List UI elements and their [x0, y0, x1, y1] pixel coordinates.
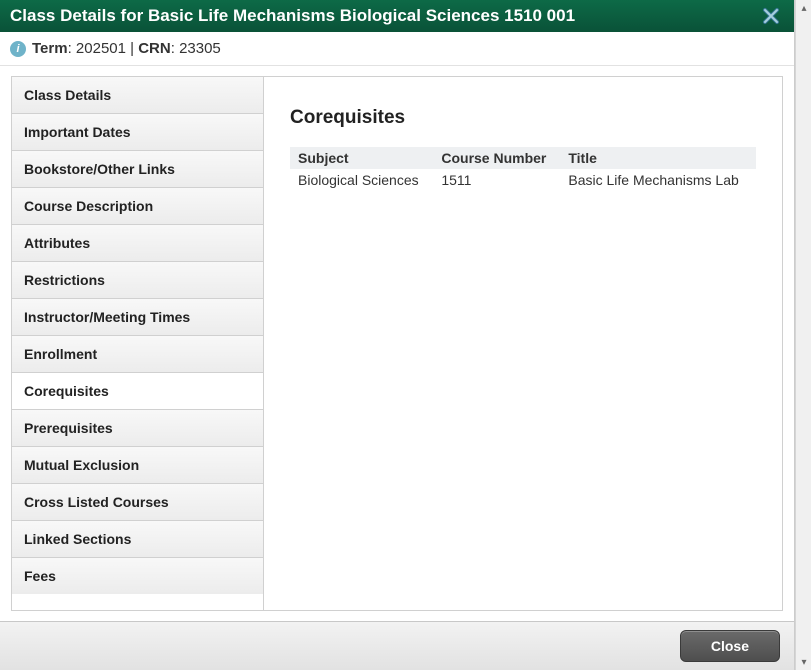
tab-label: Important Dates [24, 124, 131, 140]
crn-label: CRN [138, 40, 171, 57]
table-row: Biological Sciences 1511 Basic Life Mech… [290, 169, 756, 191]
tab-class-details[interactable]: Class Details [12, 77, 263, 114]
scroll-down-icon[interactable]: ▾ [796, 654, 811, 670]
tab-label: Instructor/Meeting Times [24, 309, 190, 325]
tab-instructor-meeting-times[interactable]: Instructor/Meeting Times [12, 299, 263, 336]
tab-label: Linked Sections [24, 531, 131, 547]
tab-fees[interactable]: Fees [12, 558, 263, 594]
cell-course-number: 1511 [433, 169, 560, 191]
tab-label: Corequisites [24, 383, 109, 399]
tab-label: Mutual Exclusion [24, 457, 139, 473]
scrollbar-track[interactable]: ▴ ▾ [795, 0, 811, 670]
tab-mutual-exclusion[interactable]: Mutual Exclusion [12, 447, 263, 484]
tab-label: Fees [24, 568, 56, 584]
class-details-dialog: Class Details for Basic Life Mechanisms … [0, 0, 795, 670]
table-header-row: Subject Course Number Title [290, 147, 756, 169]
close-button[interactable]: Close [680, 630, 780, 662]
term-block: Term: 202501 | CRN: 23305 [32, 40, 221, 57]
content-heading: Corequisites [290, 107, 756, 129]
term-value: 202501 [76, 40, 126, 57]
cell-subject: Biological Sciences [290, 169, 433, 191]
dialog-footer: Close [0, 621, 794, 670]
tab-bookstore-links[interactable]: Bookstore/Other Links [12, 151, 263, 188]
tab-corequisites[interactable]: Corequisites [12, 373, 263, 410]
tab-label: Cross Listed Courses [24, 494, 169, 510]
tab-label: Restrictions [24, 272, 105, 288]
corequisites-table: Subject Course Number Title Biological S… [290, 147, 756, 191]
term-label: Term [32, 40, 68, 57]
tab-label: Course Description [24, 198, 153, 214]
crn-value: 23305 [179, 40, 221, 57]
cell-title: Basic Life Mechanisms Lab [560, 169, 756, 191]
tab-label: Class Details [24, 87, 111, 103]
dialog-body: Class Details Important Dates Bookstore/… [0, 66, 794, 621]
tab-linked-sections[interactable]: Linked Sections [12, 521, 263, 558]
col-title: Title [560, 147, 756, 169]
col-subject: Subject [290, 147, 433, 169]
tab-course-description[interactable]: Course Description [12, 188, 263, 225]
tab-restrictions[interactable]: Restrictions [12, 262, 263, 299]
tab-label: Bookstore/Other Links [24, 161, 175, 177]
dialog-title: Class Details for Basic Life Mechanisms … [10, 6, 575, 26]
tabs-list: Class Details Important Dates Bookstore/… [11, 76, 263, 611]
scroll-up-icon[interactable]: ▴ [796, 0, 811, 16]
tab-important-dates[interactable]: Important Dates [12, 114, 263, 151]
dialog-titlebar: Class Details for Basic Life Mechanisms … [0, 0, 794, 32]
tab-prerequisites[interactable]: Prerequisites [12, 410, 263, 447]
tab-attributes[interactable]: Attributes [12, 225, 263, 262]
tab-enrollment[interactable]: Enrollment [12, 336, 263, 373]
tab-label: Prerequisites [24, 420, 113, 436]
tab-label: Attributes [24, 235, 90, 251]
tab-content: Corequisites Subject Course Number Title… [263, 76, 783, 611]
tab-label: Enrollment [24, 346, 97, 362]
close-icon[interactable] [758, 7, 784, 25]
dialog-subheader: i Term: 202501 | CRN: 23305 [0, 32, 794, 66]
col-course-number: Course Number [433, 147, 560, 169]
info-icon: i [10, 41, 26, 57]
tab-cross-listed-courses[interactable]: Cross Listed Courses [12, 484, 263, 521]
